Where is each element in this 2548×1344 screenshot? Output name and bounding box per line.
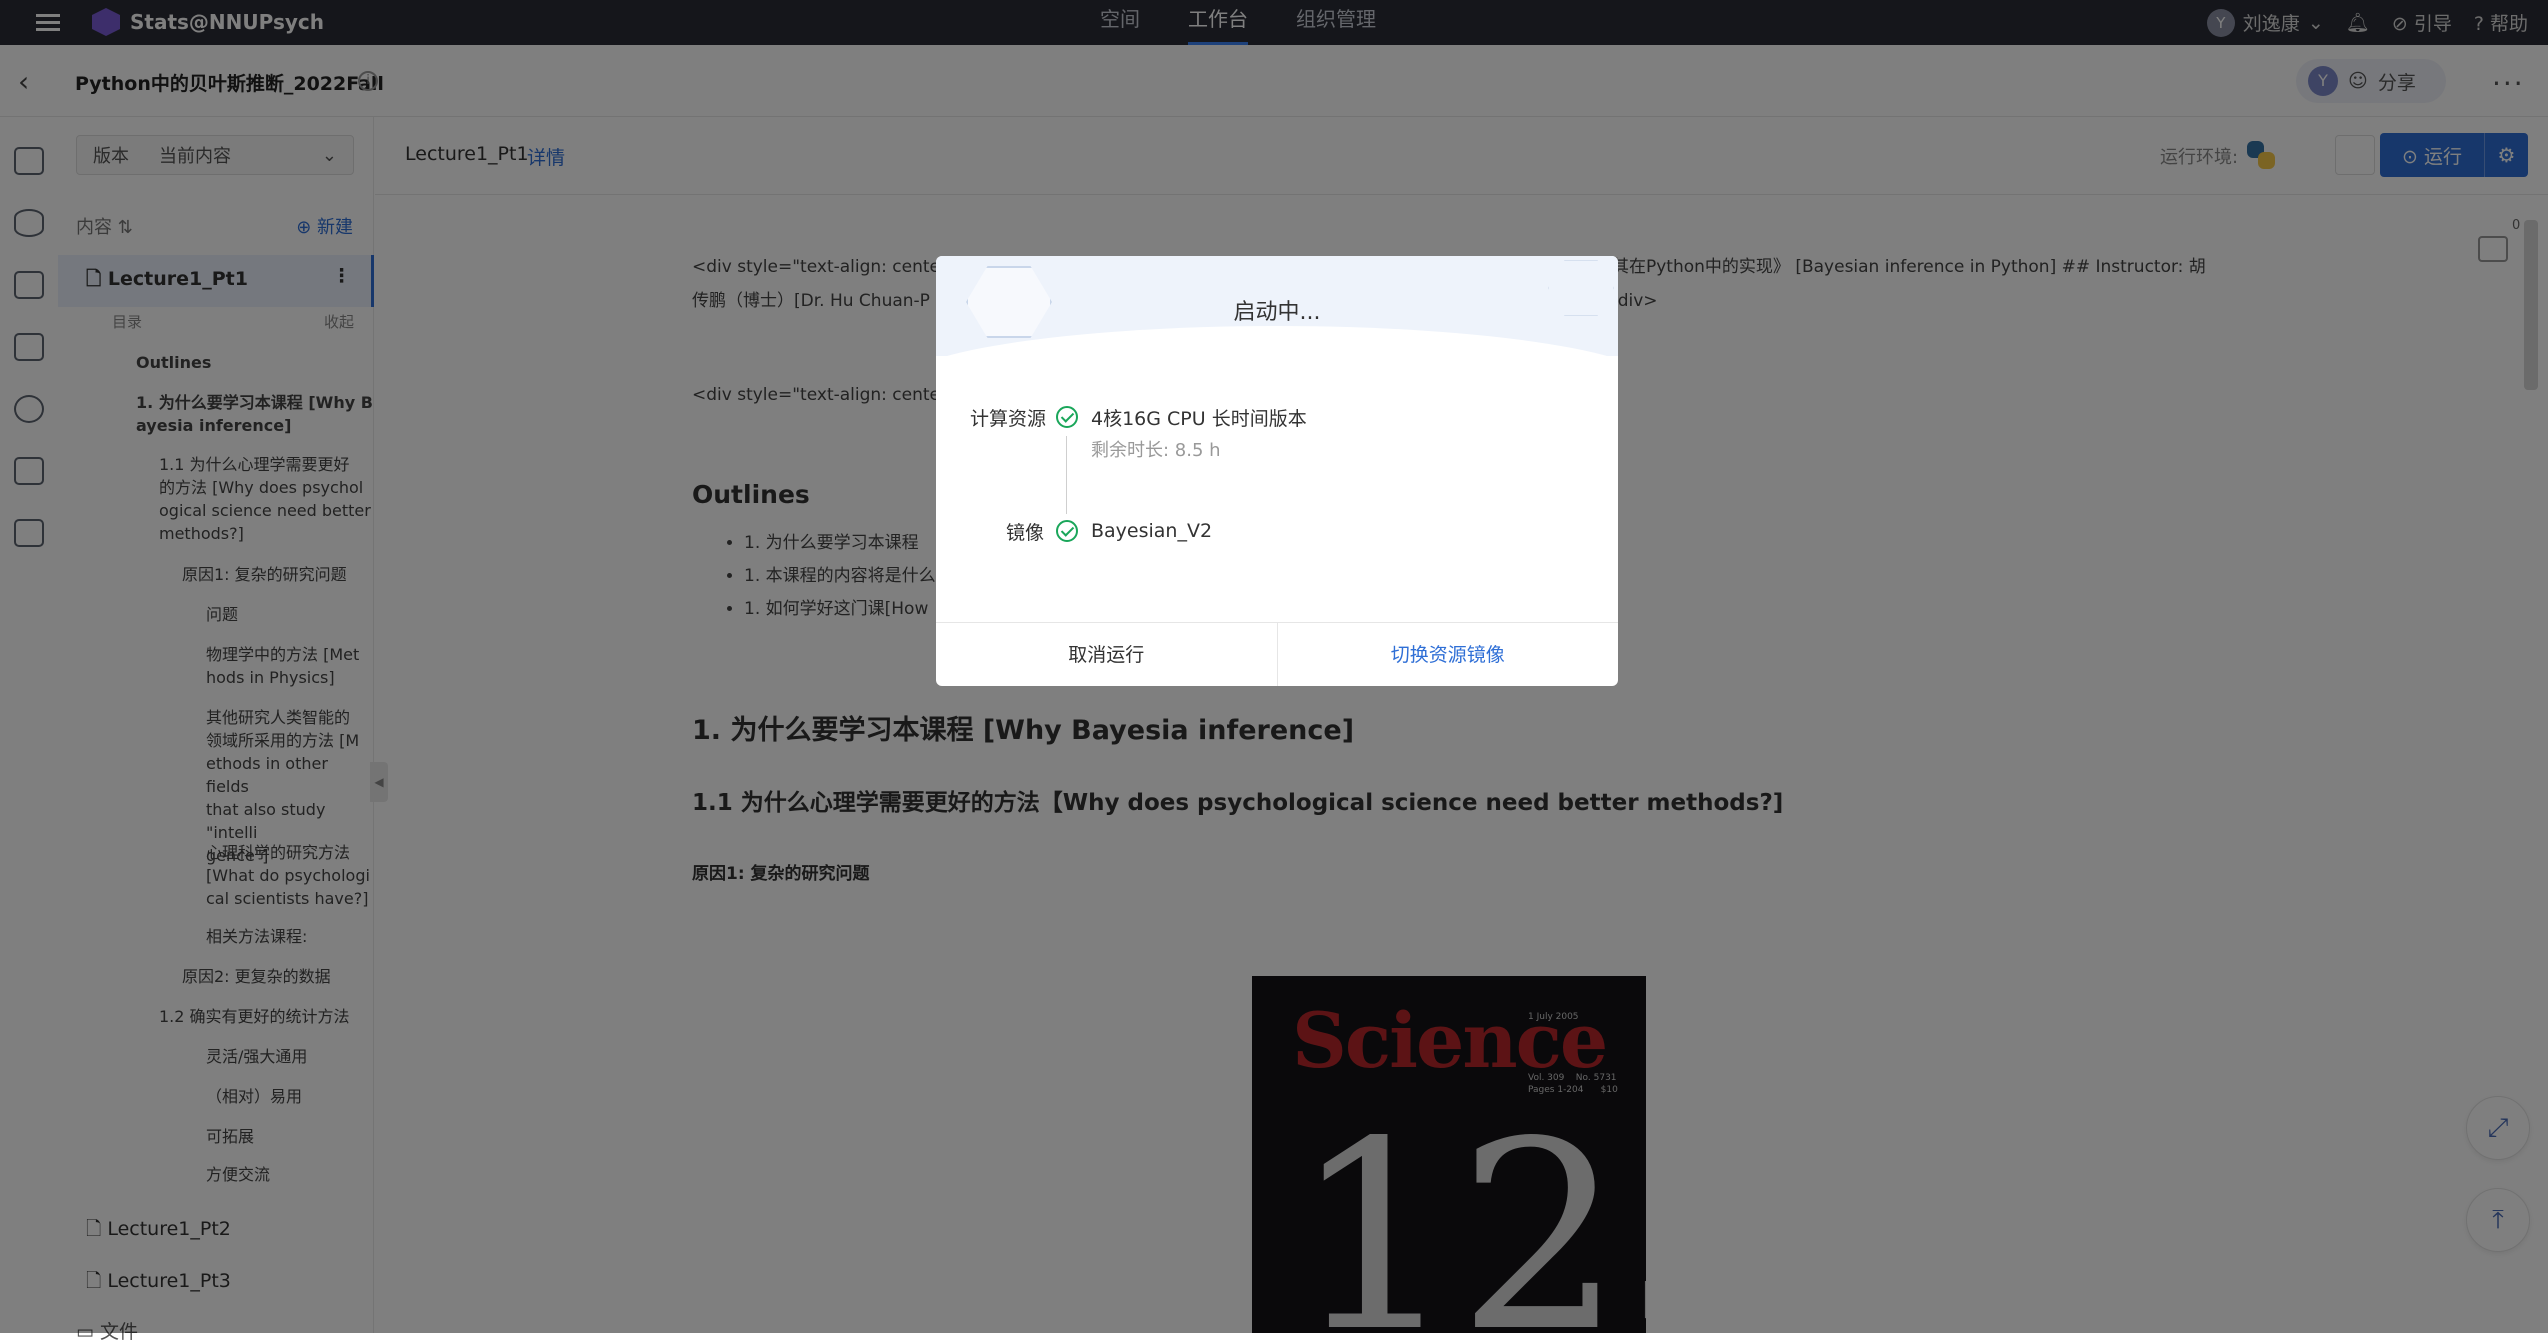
- compute-label: 计算资源: [970, 408, 1047, 430]
- switch-resource-button[interactable]: 切换资源镜像: [1278, 623, 1619, 686]
- compute-value: 4核16G CPU 长时间版本: [1091, 408, 1307, 430]
- step-connector: [1066, 436, 1067, 514]
- dialog-footer: 取消运行 切换资源镜像: [936, 622, 1618, 686]
- check-circle-icon: [1056, 406, 1078, 428]
- startup-dialog: 启动中... 计算资源 4核16G CPU 长时间版本 剩余时长: 8.5 h …: [936, 256, 1618, 686]
- image-value: Bayesian_V2: [1091, 520, 1213, 542]
- check-circle-icon: [1056, 520, 1078, 542]
- image-label: 镜像: [1006, 522, 1045, 544]
- remaining-time: 剩余时长: 8.5 h: [1091, 440, 1221, 461]
- dialog-title: 启动中...: [1233, 300, 1321, 325]
- cancel-run-button[interactable]: 取消运行: [936, 623, 1278, 686]
